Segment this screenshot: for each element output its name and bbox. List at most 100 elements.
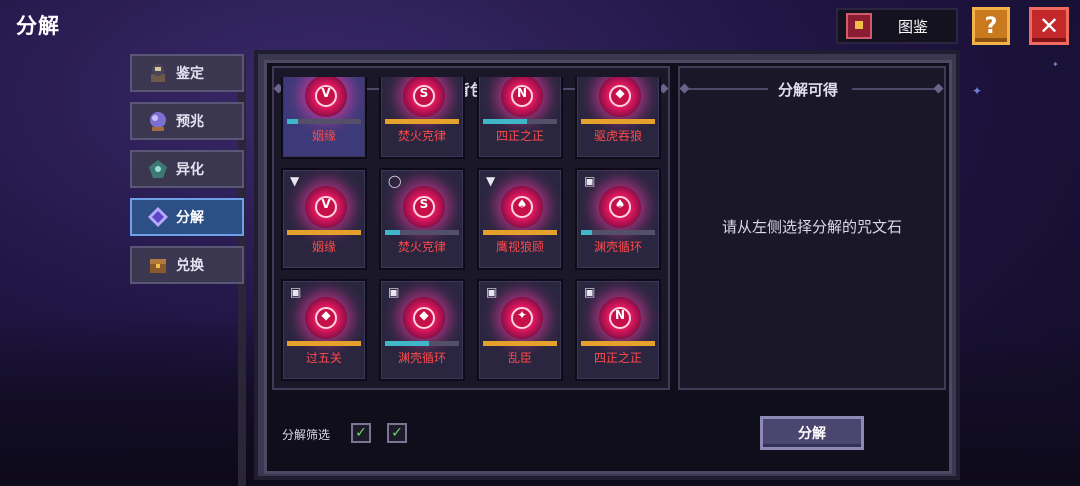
progress-fill: [581, 341, 655, 346]
tab-identify[interactable]: 鉴定: [130, 54, 244, 92]
tab-exchange[interactable]: 兑换: [130, 246, 244, 284]
rune-name: 渊壳循环: [397, 351, 446, 365]
progress-bar: [287, 341, 361, 346]
tab-label: 异化: [176, 162, 204, 178]
progress-bar: [483, 341, 557, 346]
rune-symbol: N: [516, 86, 528, 100]
rune-stone-icon: N: [501, 77, 543, 117]
progress-fill: [581, 230, 593, 235]
rune-card[interactable]: ▼ V 姻缘: [281, 168, 367, 270]
filter-checkbox-1[interactable]: ✓: [351, 423, 371, 443]
star-decoration: ✦: [1052, 60, 1059, 69]
rune-name: 过五关: [305, 351, 342, 365]
rune-name: 焚火克律: [397, 129, 446, 143]
rune-stone-icon: ♠: [599, 186, 641, 228]
progress-bar: [483, 119, 557, 124]
rune-symbol: ◆: [321, 308, 331, 322]
helmet-icon: ▣: [388, 285, 400, 299]
rune-name: 驱虎吞狼: [593, 129, 642, 143]
rune-card[interactable]: ▼ ♠ 鹰视狼顾: [477, 168, 563, 270]
rune-stone-icon: S: [403, 77, 445, 117]
progress-fill: [287, 230, 361, 235]
help-button[interactable]: ?: [972, 7, 1010, 45]
rune-name: 乱臣: [507, 351, 532, 365]
exchange-icon: [146, 254, 170, 276]
rune-grid: V 姻缘 S 焚火克律 N 四正之正 ◆ 驱虎吞狼 ▼ V 姻缘 ◯ S 焚火克律 ▼ ♠ 鹰视狼顾 ▣ ♠ 渊壳循环…: [281, 77, 665, 390]
rune-stone-icon: V: [305, 77, 347, 117]
rune-name: 焚火克律: [397, 240, 446, 254]
page-title: 分解: [16, 14, 60, 38]
tab-label: 预兆: [176, 114, 204, 130]
rune-name: 姻缘: [311, 129, 336, 143]
rune-symbol: N: [614, 308, 626, 322]
tab-label: 鉴定: [176, 66, 204, 82]
rune-name: 渊壳循环: [593, 240, 642, 254]
rune-stone-icon: N: [599, 297, 641, 339]
decompose-icon: [146, 206, 170, 228]
tab-mutate[interactable]: 异化: [130, 150, 244, 188]
tab-label: 分解: [176, 210, 204, 226]
rune-symbol: V: [321, 197, 331, 211]
codex-button[interactable]: 图鉴: [836, 8, 958, 44]
tab-omen[interactable]: 预兆: [130, 102, 244, 140]
progress-fill: [483, 119, 528, 124]
progress-bar: [287, 119, 361, 124]
filter-label: 分解筛选: [282, 428, 331, 442]
rune-card[interactable]: S 焚火克律: [379, 77, 465, 159]
rune-symbol: S: [419, 86, 429, 100]
rune-card[interactable]: ▣ ✦ 乱臣: [477, 279, 563, 381]
rune-stone-icon: ♠: [501, 186, 543, 228]
progress-fill: [287, 119, 299, 124]
star-decoration: ✦: [972, 84, 983, 98]
checkmark-icon: ✓: [355, 425, 367, 441]
tab-label: 兑换: [176, 258, 204, 274]
rune-name: 鹰视狼顾: [495, 240, 544, 254]
rune-card[interactable]: ▣ ◆ 渊壳循环: [379, 279, 465, 381]
helmet-icon: ▣: [584, 285, 596, 299]
rune-name: 姻缘: [311, 240, 336, 254]
rune-card[interactable]: V 姻缘: [281, 77, 367, 159]
identify-icon: [146, 62, 170, 84]
ring-icon: ◯: [388, 174, 402, 188]
helmet-icon: ▣: [486, 285, 498, 299]
question-icon: ?: [984, 13, 998, 39]
progress-bar: [385, 341, 459, 346]
progress-bar: [581, 119, 655, 124]
progress-fill: [483, 230, 557, 235]
progress-fill: [385, 230, 400, 235]
codex-label: 图鉴: [898, 17, 929, 36]
progress-fill: [287, 341, 361, 346]
rune-symbol: S: [419, 197, 429, 211]
rune-card[interactable]: ▣ ♠ 渊壳循环: [575, 168, 661, 270]
rune-card[interactable]: ◯ S 焚火克律: [379, 168, 465, 270]
rune-card[interactable]: N 四正之正: [477, 77, 563, 159]
helmet-icon: ▣: [584, 174, 596, 188]
empty-hint: 请从左侧选择分解的咒文石: [721, 218, 902, 236]
rune-symbol: ♠: [614, 197, 626, 211]
decompose-button[interactable]: 分解: [760, 416, 864, 450]
rune-stone-icon: ◆: [599, 77, 641, 117]
divider: [684, 88, 768, 90]
divider: [852, 88, 938, 90]
close-button[interactable]: ✕: [1029, 7, 1069, 45]
rune-name: 四正之正: [495, 129, 544, 143]
rune-symbol: ✦: [516, 308, 528, 322]
filter-checkbox-2[interactable]: ✓: [387, 423, 407, 443]
progress-bar: [385, 230, 459, 235]
book-icon: [846, 13, 872, 39]
mutate-icon: [146, 158, 170, 180]
result-title: 分解可得: [778, 81, 839, 99]
helmet-icon: ▣: [290, 285, 302, 299]
close-icon: ✕: [1038, 12, 1060, 40]
rune-card[interactable]: ▣ ◆ 过五关: [281, 279, 367, 381]
tab-decompose[interactable]: 分解: [130, 198, 244, 236]
omen-icon: [146, 110, 170, 132]
progress-bar: [581, 341, 655, 346]
rune-symbol: V: [321, 86, 331, 100]
rune-card[interactable]: ▣ N 四正之正: [575, 279, 661, 381]
rune-symbol: ♠: [516, 197, 528, 211]
rune-stone-icon: ◆: [305, 297, 347, 339]
progress-fill: [385, 119, 459, 124]
progress-bar: [581, 230, 655, 235]
rune-card[interactable]: ◆ 驱虎吞狼: [575, 77, 661, 159]
